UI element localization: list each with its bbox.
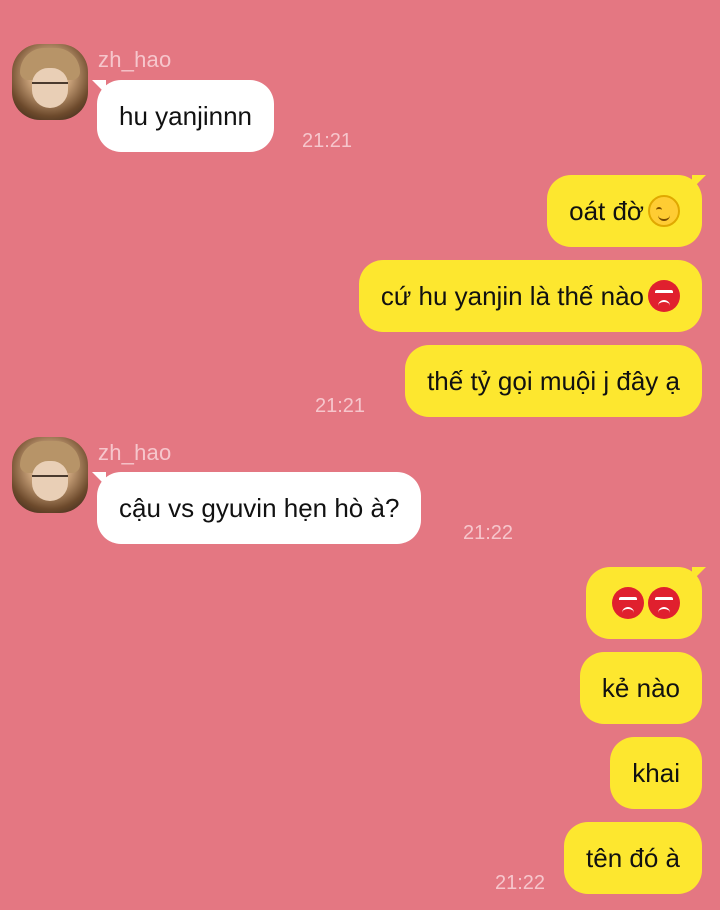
angry-face-icon (648, 280, 680, 312)
message-text: khai (632, 758, 680, 788)
message-text: cậu vs gyuvin hẹn hò à? (119, 493, 400, 523)
message-text: tên đó à (586, 843, 680, 873)
sender-avatar[interactable] (12, 44, 88, 120)
message-bubble-outgoing[interactable] (586, 567, 702, 639)
avatar-glasses (32, 475, 68, 485)
avatar-glasses (32, 82, 68, 92)
sender-avatar[interactable] (12, 437, 88, 513)
message-bubble-incoming[interactable]: cậu vs gyuvin hẹn hò à? (97, 472, 422, 544)
message-timestamp: 21:22 (495, 872, 546, 894)
message-text: kẻ nào (601, 673, 680, 703)
sender-name: zh_hao (98, 440, 172, 465)
message-text: thế tỷ gọi muội j đây ạ (427, 366, 680, 396)
message-timestamp: 21:21 (302, 130, 353, 152)
sender-name: zh_hao (98, 47, 172, 72)
message-timestamp: 21:21 (315, 395, 366, 417)
message-bubble-outgoing[interactable]: thế tỷ gọi muội j đây ạ (405, 345, 702, 417)
message-bubble-outgoing[interactable]: tên đó à (564, 822, 702, 894)
message-bubble-outgoing[interactable]: kẻ nào (579, 652, 702, 724)
angry-face-icon (648, 587, 680, 619)
smiling-face-icon (648, 195, 680, 227)
message-text: oát đờ (569, 196, 644, 226)
angry-face-icon (612, 587, 644, 619)
message-bubble-incoming[interactable]: hu yanjinnn (97, 80, 274, 152)
message-bubble-outgoing[interactable]: khai (610, 737, 702, 809)
message-bubble-outgoing[interactable]: oát đờ (547, 175, 702, 247)
message-timestamp: 21:22 (463, 522, 514, 544)
message-text: cứ hu yanjin là thế nào (380, 281, 644, 311)
message-bubble-outgoing[interactable]: cứ hu yanjin là thế nào (358, 260, 702, 332)
message-text: hu yanjinnn (119, 101, 252, 131)
